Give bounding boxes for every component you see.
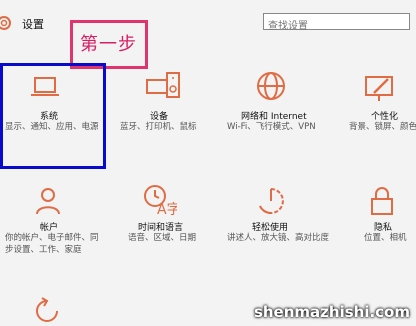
- gear-icon: [0, 16, 11, 30]
- tile-devices-desc: 蓝牙、打印机、鼠标: [120, 122, 197, 132]
- watermark: shenmazhishi.com: [253, 303, 410, 321]
- devices-icon: [146, 72, 180, 98]
- annotation-label: 第一步: [80, 34, 137, 55]
- ease-of-access-icon: [259, 188, 284, 215]
- tile-time-language-desc: 语音、区域、日期: [128, 233, 197, 243]
- tile-ease-of-access-desc: 讲述人、放大镜、高对比度: [227, 233, 330, 243]
- search-input[interactable]: [264, 19, 409, 34]
- system-highlight: [0, 63, 106, 169]
- svg-text:A字: A字: [157, 202, 177, 216]
- tile-personalization[interactable]: 个性化 背景、锁屏、颜色: [334, 63, 416, 169]
- tile-network-desc: Wi-Fi、飞行模式、VPN: [227, 122, 316, 132]
- time-language-icon: A字: [144, 185, 177, 216]
- tile-devices[interactable]: 设备 蓝牙、打印机、鼠标: [108, 63, 208, 169]
- search-box[interactable]: [263, 13, 410, 34]
- tile-network[interactable]: 网络和 Internet Wi-Fi、飞行模式、VPN: [216, 63, 326, 169]
- tile-time-language[interactable]: A字 时间和语言 语音、区域、日期: [108, 180, 208, 260]
- tile-personalization-desc: 背景、锁屏、颜色: [349, 122, 416, 132]
- lock-icon: [371, 187, 393, 215]
- update-icon: [36, 297, 58, 322]
- page-title: 设置: [22, 18, 44, 31]
- globe-icon: [257, 72, 285, 100]
- tile-privacy[interactable]: 隐私 位置、相机: [334, 180, 416, 260]
- tile-accounts[interactable]: 帐户 你的帐户、电子邮件、同步设置、工作、家庭: [0, 180, 106, 260]
- tile-update[interactable]: [0, 290, 106, 325]
- person-icon: [36, 188, 60, 215]
- tile-privacy-desc: 位置、相机: [364, 233, 407, 243]
- tile-accounts-desc: 你的帐户、电子邮件、同步设置、工作、家庭: [5, 233, 99, 255]
- tile-ease-of-access[interactable]: 轻松使用 讲述人、放大镜、高对比度: [216, 180, 330, 260]
- paintbrush-icon: [365, 76, 393, 101]
